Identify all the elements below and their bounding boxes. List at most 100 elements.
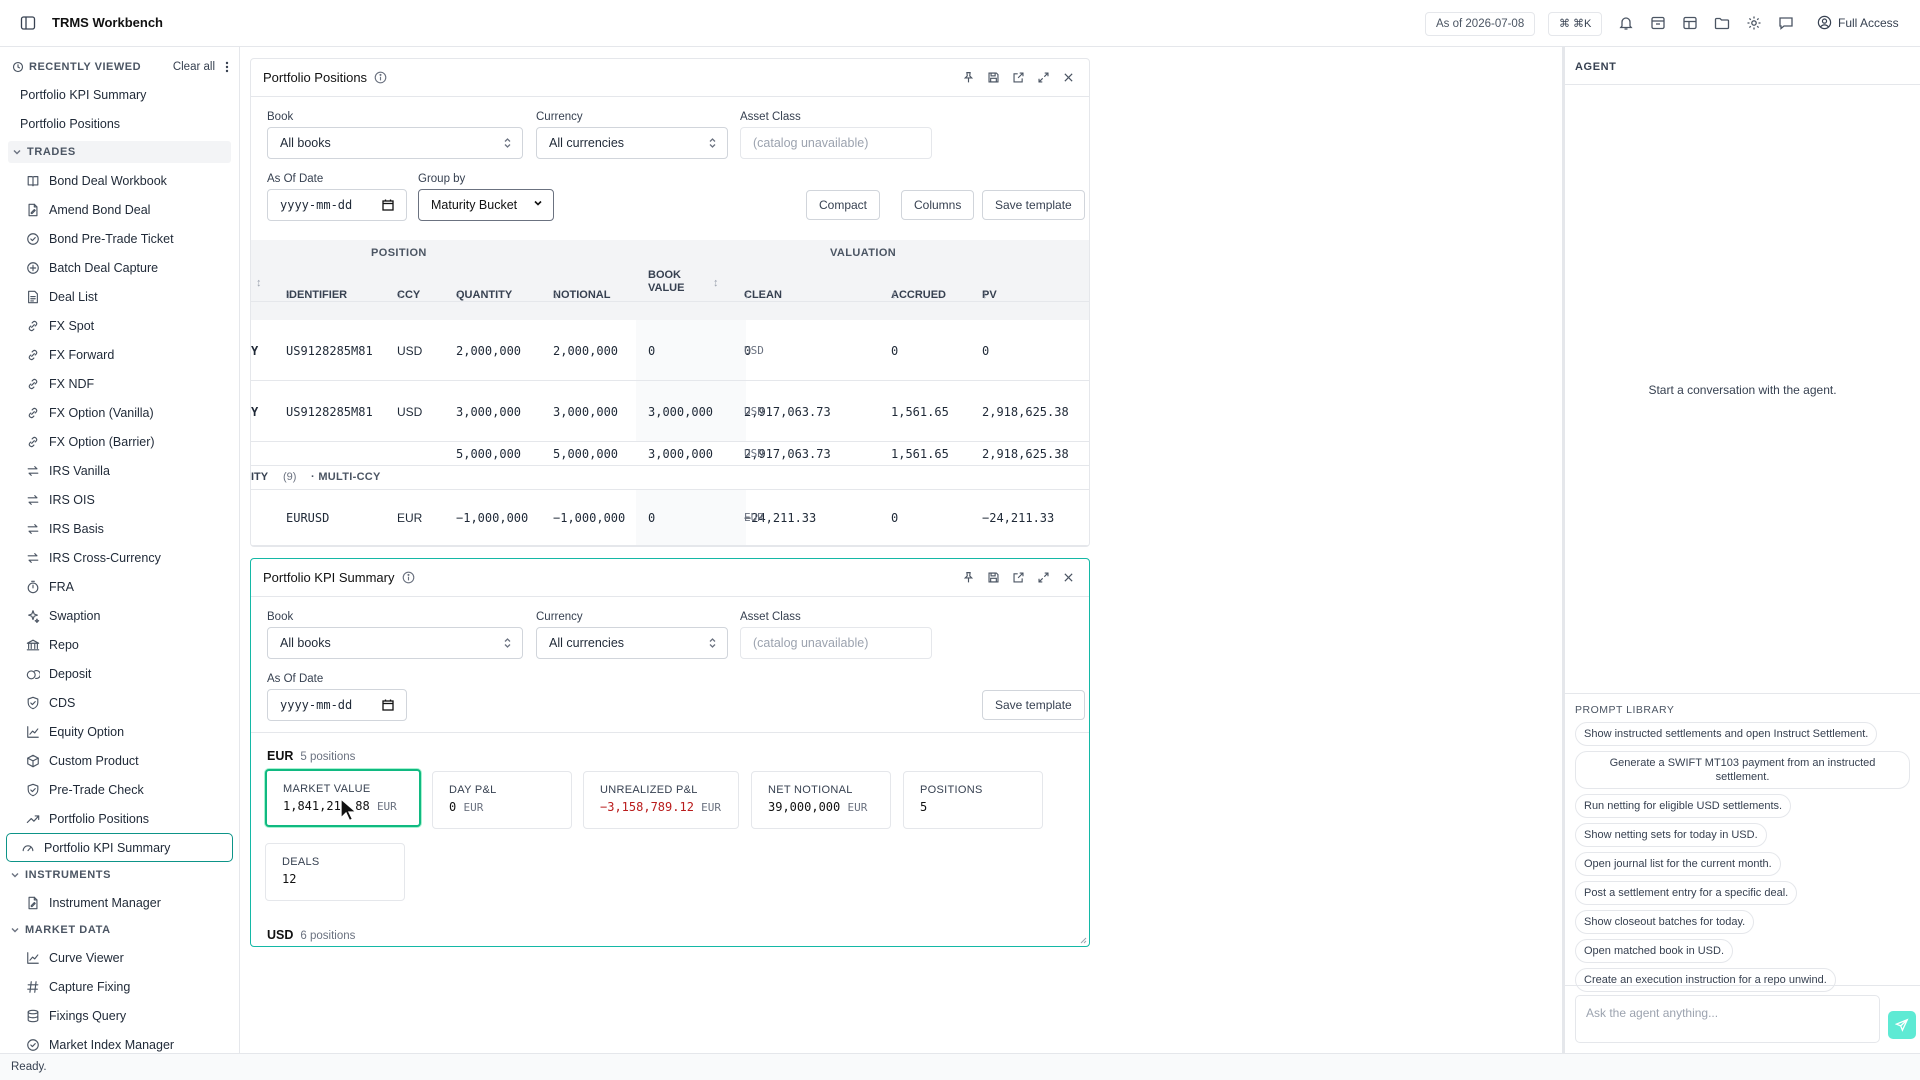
prompt-chip[interactable]: Open matched book in USD. <box>1575 939 1734 963</box>
layout-icon[interactable] <box>1682 15 1698 31</box>
sidebar-item-market-index-manager[interactable]: Market Index Manager <box>6 1030 233 1053</box>
calendar-icon[interactable] <box>382 199 394 211</box>
as-of-date-input[interactable]: yyyy-mm-dd <box>267 689 407 721</box>
divider <box>251 732 1089 733</box>
info-icon[interactable] <box>402 571 415 584</box>
sidebar-item-irs-vanilla[interactable]: IRS Vanilla <box>6 456 233 485</box>
sidebar-item-equity-option[interactable]: Equity Option <box>6 717 233 746</box>
external-link-icon[interactable] <box>1012 71 1025 84</box>
kpi-card-unrealized-pnl[interactable]: UNREALIZED P&L −3,158,789.12 EUR <box>583 771 739 829</box>
sidebar-item-bond-pre-trade-ticket[interactable]: Bond Pre-Trade Ticket <box>6 224 233 253</box>
sidebar-item-pre-trade-check[interactable]: Pre-Trade Check <box>6 775 233 804</box>
sidebar-item-deal-list[interactable]: Deal List <box>6 282 233 311</box>
recent-item[interactable]: Portfolio Positions <box>0 110 239 139</box>
gear-icon[interactable] <box>1746 15 1762 31</box>
sidebar-item-bond-deal-workbook[interactable]: Bond Deal Workbook <box>6 166 233 195</box>
kpi-card-net-notional[interactable]: NET NOTIONAL 39,000,000 EUR <box>751 771 891 829</box>
as-of-date-button[interactable]: As of 2026-07-08 <box>1425 12 1536 36</box>
sidebar-item-deposit[interactable]: Deposit <box>6 659 233 688</box>
table-row[interactable]: Y US9128285M81 USD 2,000,000 2,000,000 0… <box>251 320 1089 381</box>
command-palette-button[interactable]: ⌘ ⌘K <box>1548 12 1603 36</box>
col-book-value[interactable]: BOOK VALUE <box>648 269 698 295</box>
as-of-date-input[interactable]: yyyy-mm-dd <box>267 189 407 221</box>
sidebar-item-instrument-manager[interactable]: Instrument Manager <box>6 888 233 917</box>
save-template-button[interactable]: Save template <box>982 190 1085 220</box>
instruments-section-header[interactable]: INSTRUMENTS <box>0 862 239 888</box>
chevron-updown-icon <box>708 137 717 149</box>
currency-select[interactable]: All currencies <box>536 127 728 159</box>
expand-icon[interactable] <box>1037 571 1050 584</box>
prompt-chip[interactable]: Generate a SWIFT MT103 payment from an i… <box>1575 751 1910 789</box>
prompt-chip[interactable]: Open journal list for the current month. <box>1575 852 1781 876</box>
sort-icon[interactable]: ↕ <box>256 277 262 289</box>
sidebar-item-fx-spot[interactable]: FX Spot <box>6 311 233 340</box>
sidebar-item-batch-deal-capture[interactable]: Batch Deal Capture <box>6 253 233 282</box>
group-row[interactable]: ITY (9) · MULTI-CCY <box>251 466 1089 490</box>
folder-icon[interactable] <box>1714 15 1730 31</box>
sidebar-item-curve-viewer[interactable]: Curve Viewer <box>6 943 233 972</box>
kpi-card-day-pnl[interactable]: DAY P&L 0 EUR <box>432 771 572 829</box>
book-select[interactable]: All books <box>267 127 523 159</box>
bell-icon[interactable] <box>1618 15 1634 31</box>
market-data-section-header[interactable]: MARKET DATA <box>0 917 239 943</box>
sidebar-item-repo[interactable]: Repo <box>6 630 233 659</box>
currency-select[interactable]: All currencies <box>536 627 728 659</box>
sort-icon[interactable]: ↕ <box>713 277 719 289</box>
sidebar-item-custom-product[interactable]: Custom Product <box>6 746 233 775</box>
agent-input[interactable]: Ask the agent anything... <box>1575 995 1880 1043</box>
trades-section-header[interactable]: TRADES <box>8 141 231 163</box>
expand-icon[interactable] <box>1037 71 1050 84</box>
info-icon[interactable] <box>374 71 387 84</box>
sidebar-item-fx-option-barrier[interactable]: FX Option (Barrier) <box>6 427 233 456</box>
prompt-chip[interactable]: Show closeout batches for today. <box>1575 910 1755 934</box>
sidebar-item-capture-fixing[interactable]: Capture Fixing <box>6 972 233 1001</box>
close-icon[interactable] <box>1062 571 1075 584</box>
sidebar-item-fx-ndf[interactable]: FX NDF <box>6 369 233 398</box>
sidebar-item-portfolio-positions[interactable]: Portfolio Positions <box>6 804 233 833</box>
compact-button[interactable]: Compact <box>806 190 881 220</box>
save-icon[interactable] <box>987 71 1000 84</box>
chat-icon[interactable] <box>1778 15 1794 31</box>
calendar-icon[interactable] <box>382 699 394 711</box>
sidebar-item-portfolio-kpi-summary[interactable]: Portfolio KPI Summary <box>6 833 233 862</box>
sidebar-item-amend-bond-deal[interactable]: Amend Bond Deal <box>6 195 233 224</box>
sidebar-item-fx-forward[interactable]: FX Forward <box>6 340 233 369</box>
sidebar-item-label: Batch Deal Capture <box>49 260 159 275</box>
sidebar-item-fx-option-vanilla[interactable]: FX Option (Vanilla) <box>6 398 233 427</box>
kpi-card-deals[interactable]: DEALS 12 <box>265 843 405 901</box>
recent-item[interactable]: Portfolio KPI Summary <box>0 81 239 110</box>
prompt-chip[interactable]: Run netting for eligible USD settlements… <box>1575 794 1792 818</box>
table-row[interactable]: EURUSD EUR −1,000,000 −1,000,000 0 −24,2… <box>251 490 1089 546</box>
send-button[interactable] <box>1888 1011 1916 1039</box>
archive-icon[interactable] <box>1650 15 1666 31</box>
resize-handle-icon[interactable] <box>1080 937 1087 944</box>
more-vertical-icon[interactable] <box>225 61 229 73</box>
external-link-icon[interactable] <box>1012 571 1025 584</box>
file-edit-icon <box>26 203 40 217</box>
clear-all-button[interactable]: Clear all <box>173 61 215 73</box>
sidebar-item-fixings-query[interactable]: Fixings Query <box>6 1001 233 1030</box>
as-of-date-label: As Of Date <box>267 673 324 685</box>
pin-icon[interactable] <box>962 71 975 84</box>
sidebar-item-irs-basis[interactable]: IRS Basis <box>6 514 233 543</box>
prompt-chip[interactable]: Show instructed settlements and open Ins… <box>1575 722 1878 746</box>
access-button[interactable]: Full Access <box>1817 15 1899 30</box>
sidebar-item-cds[interactable]: CDS <box>6 688 233 717</box>
sidebar-toggle-icon[interactable] <box>20 15 36 31</box>
kpi-card-positions[interactable]: POSITIONS 5 <box>903 771 1043 829</box>
close-icon[interactable] <box>1062 71 1075 84</box>
table-row[interactable]: Y US9128285M81 USD 3,000,000 3,000,000 3… <box>251 381 1089 442</box>
sidebar-item-irs-ois[interactable]: IRS OIS <box>6 485 233 514</box>
group-by-select[interactable]: Maturity Bucket <box>418 189 554 221</box>
sidebar: RECENTLY VIEWED Clear all Portfolio KPI … <box>0 47 240 1053</box>
pin-icon[interactable] <box>962 571 975 584</box>
sidebar-item-fra[interactable]: FRA <box>6 572 233 601</box>
sidebar-item-irs-cross-currency[interactable]: IRS Cross-Currency <box>6 543 233 572</box>
prompt-chip[interactable]: Show netting sets for today in USD. <box>1575 823 1767 847</box>
save-icon[interactable] <box>987 571 1000 584</box>
sidebar-item-swaption[interactable]: Swaption <box>6 601 233 630</box>
book-select[interactable]: All books <box>267 627 523 659</box>
prompt-chip[interactable]: Post a settlement entry for a specific d… <box>1575 881 1798 905</box>
columns-button[interactable]: Columns <box>901 190 975 220</box>
save-template-button[interactable]: Save template <box>982 690 1085 720</box>
